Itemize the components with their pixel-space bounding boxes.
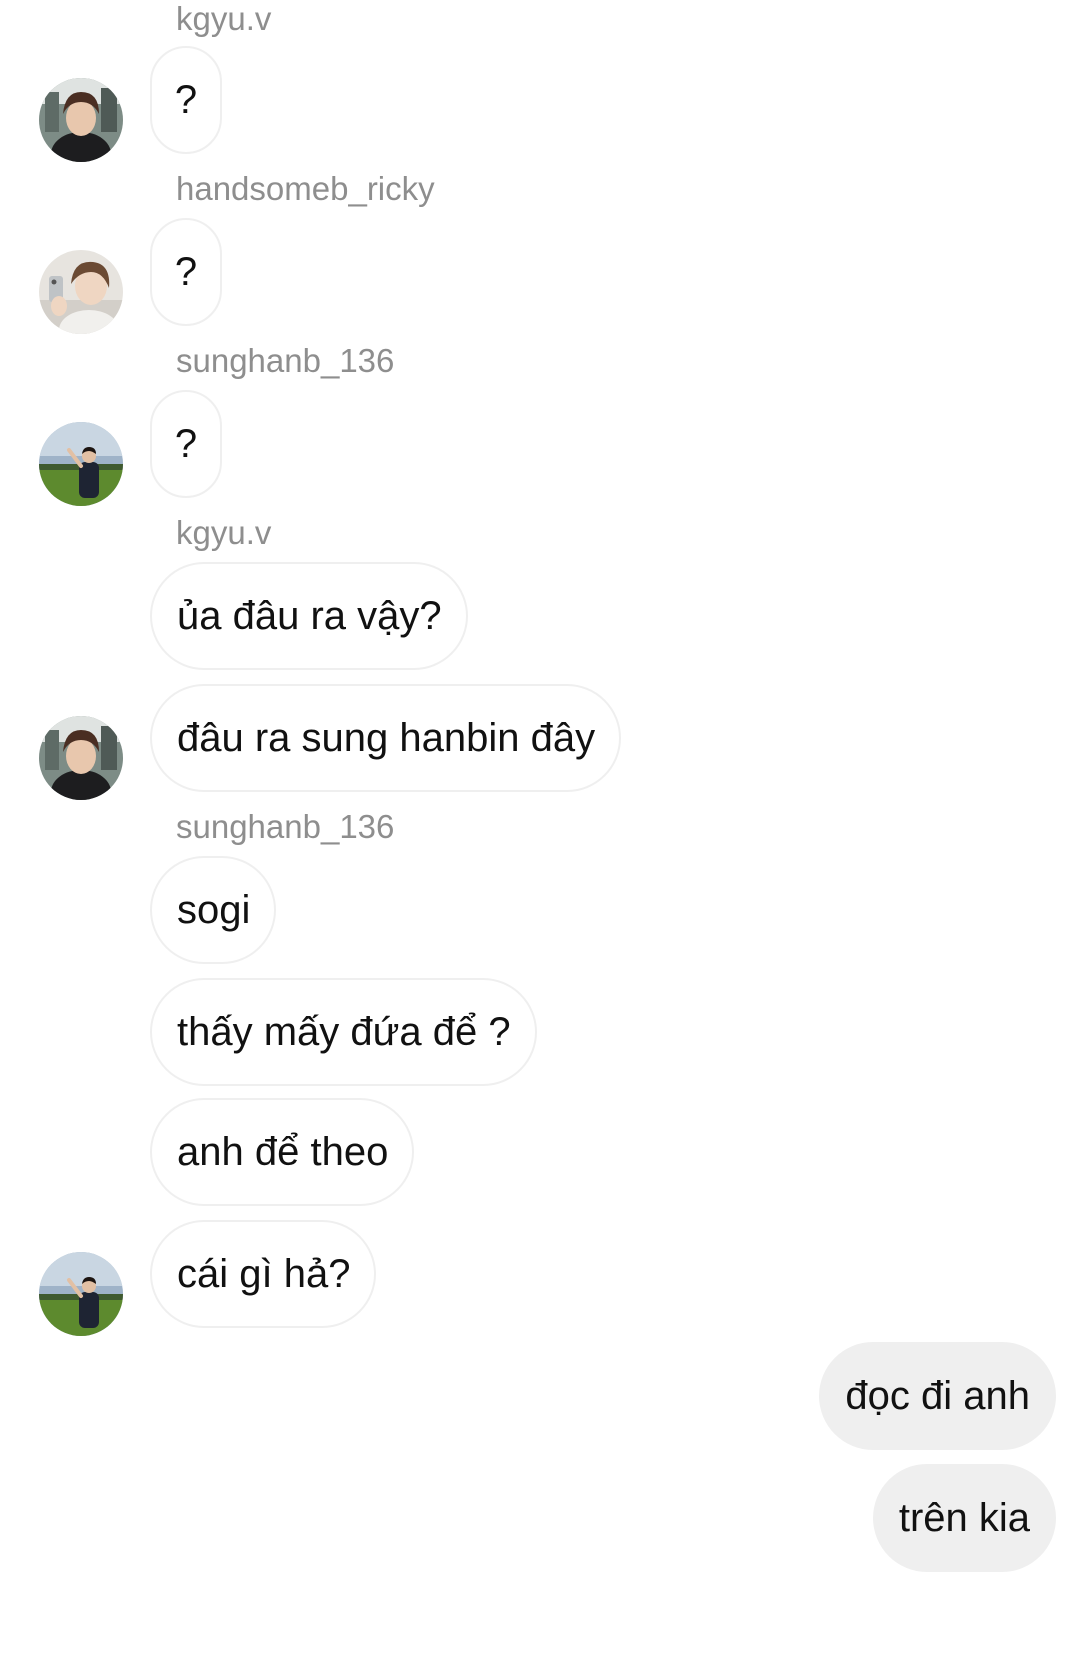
message-bubble[interactable]: ủa đâu ra vậy? (150, 562, 468, 670)
message-text: đâu ra sung hanbin đây (177, 716, 596, 760)
message-text: thấy mấy đứa để ? (177, 1010, 511, 1054)
message-bubble[interactable]: đâu ra sung hanbin đây (150, 684, 622, 792)
message-text: ? (174, 422, 198, 466)
message-bubble[interactable]: cái gì hả? (150, 1220, 377, 1328)
avatar-handsomeb-ricky[interactable] (39, 250, 123, 334)
message-bubble[interactable]: anh để theo (150, 1098, 415, 1206)
message-bubble[interactable]: ? (150, 218, 222, 326)
avatar-kgyu[interactable] (39, 716, 123, 800)
message-text: ủa đâu ra vậy? (177, 594, 442, 638)
outgoing-message-bubble[interactable]: trên kia (872, 1464, 1056, 1572)
sender-name[interactable]: sunghanb_136 (176, 344, 394, 377)
message-bubble[interactable]: thấy mấy đứa để ? (150, 978, 537, 1086)
sender-name[interactable]: handsomeb_ricky (176, 172, 435, 205)
message-text: anh để theo (177, 1130, 389, 1174)
message-bubble[interactable]: ? (150, 46, 222, 154)
outgoing-message-bubble[interactable]: đọc đi anh (819, 1342, 1056, 1450)
message-text: trên kia (898, 1496, 1030, 1540)
message-text: đọc đi anh (845, 1374, 1030, 1418)
message-text: sogi (177, 888, 251, 932)
sender-name[interactable]: kgyu.v (176, 516, 271, 549)
sender-name[interactable]: kgyu.v (176, 2, 271, 35)
avatar-sunghanb[interactable] (39, 1252, 123, 1336)
sender-name[interactable]: sunghanb_136 (176, 810, 394, 843)
message-text: cái gì hả? (177, 1252, 351, 1296)
message-bubble[interactable]: ? (150, 390, 222, 498)
avatar-kgyu[interactable] (39, 78, 123, 162)
message-bubble[interactable]: sogi (150, 856, 277, 964)
message-text: ? (174, 250, 198, 294)
message-text: ? (174, 78, 198, 122)
avatar-sunghanb[interactable] (39, 422, 123, 506)
